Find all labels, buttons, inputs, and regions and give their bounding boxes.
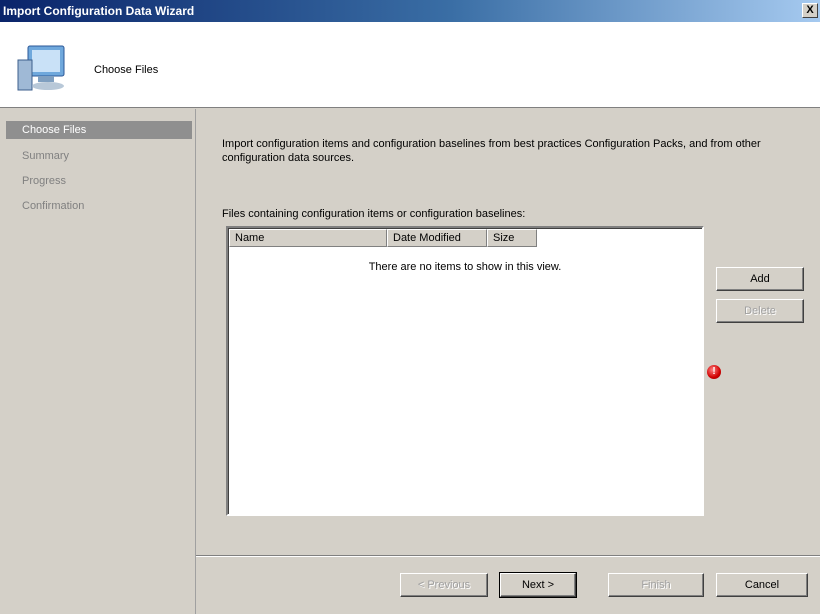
sidebar-divider [195, 109, 196, 614]
column-name[interactable]: Name [229, 229, 387, 247]
computer-icon [17, 45, 65, 91]
step-summary: Summary [22, 150, 70, 162]
files-listview[interactable]: Name Date Modified Size There are no ite… [226, 226, 704, 516]
next-button[interactable]: Next > [499, 572, 577, 598]
previous-button[interactable]: < Previous [400, 573, 488, 597]
empty-message: There are no items to show in this view. [368, 261, 562, 273]
step-progress: Progress [22, 175, 67, 187]
wizard-steps: Choose Files Summary Progress Confirmati… [0, 109, 196, 614]
finish-button[interactable]: Finish [608, 573, 704, 597]
intro-text: Import configuration items and configura… [222, 138, 761, 164]
list-header: Name Date Modified Size [229, 229, 537, 247]
step-confirmation: Confirmation [22, 200, 85, 212]
window-title: Import Configuration Data Wizard [3, 4, 195, 18]
close-button[interactable]: X [802, 3, 818, 18]
wizard-header: Choose Files [0, 22, 820, 108]
error-icon: ! [707, 365, 721, 379]
step-choose-files: Choose Files [6, 121, 192, 139]
footer-divider [196, 555, 820, 557]
files-list-label: Files containing configuration items or … [222, 208, 526, 220]
title-bar: Import Configuration Data Wizard X [0, 0, 820, 22]
column-date-modified[interactable]: Date Modified [387, 229, 487, 247]
page-title: Choose Files [94, 64, 159, 76]
delete-button[interactable]: Delete [716, 299, 804, 323]
cancel-button[interactable]: Cancel [716, 573, 808, 597]
add-button[interactable]: Add [716, 267, 804, 291]
column-size[interactable]: Size [487, 229, 537, 247]
